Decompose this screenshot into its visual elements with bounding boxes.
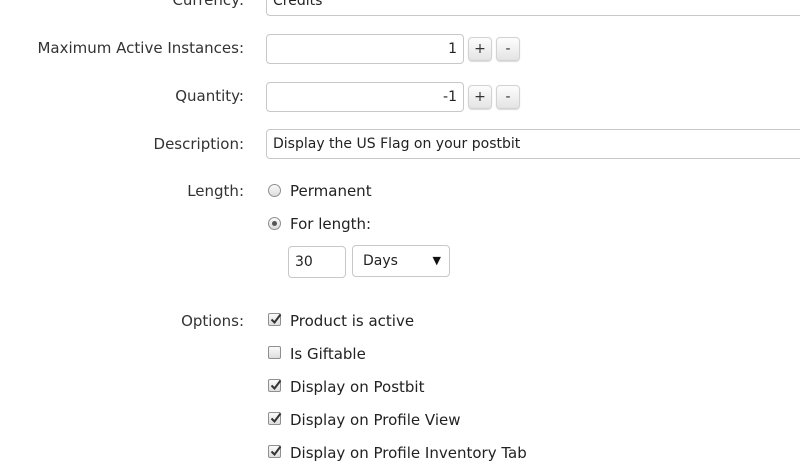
checkmark-icon: [270, 379, 282, 391]
chevron-down-icon: ▼: [432, 254, 441, 267]
display-postbit-label[interactable]: Display on Postbit: [290, 378, 424, 396]
display-profile-view-checkbox[interactable]: [268, 412, 282, 425]
quantity-minus-button[interactable]: -: [496, 85, 520, 109]
max-active-plus-button[interactable]: +: [468, 37, 492, 61]
length-amount-input[interactable]: 30: [288, 246, 346, 278]
options-label: Options:: [181, 312, 244, 330]
max-active-minus-button[interactable]: -: [496, 37, 520, 61]
display-postbit-checkbox[interactable]: [268, 379, 282, 392]
max-active-label: Maximum Active Instances:: [37, 39, 244, 57]
display-inventory-tab-label[interactable]: Display on Profile Inventory Tab: [290, 444, 527, 462]
description-input[interactable]: Display the US Flag on your postbit: [266, 129, 800, 159]
checkmark-icon: [270, 412, 282, 424]
currency-label: Currency:: [172, 0, 244, 9]
permanent-radio[interactable]: [268, 184, 281, 197]
description-label: Description:: [153, 135, 244, 153]
giftable-label[interactable]: Is Giftable: [290, 345, 366, 363]
for-length-radio[interactable]: [268, 217, 281, 230]
length-label: Length:: [187, 182, 244, 200]
currency-field[interactable]: Credits: [266, 0, 800, 16]
quantity-label: Quantity:: [175, 87, 244, 105]
checkmark-icon: [270, 313, 282, 325]
for-length-label[interactable]: For length:: [290, 215, 371, 233]
giftable-checkbox[interactable]: [268, 346, 281, 359]
product-active-checkbox[interactable]: [268, 313, 282, 326]
quantity-plus-button[interactable]: +: [468, 85, 492, 109]
length-unit-value: Days: [363, 253, 398, 269]
quantity-input[interactable]: -1: [266, 82, 464, 112]
display-profile-view-label[interactable]: Display on Profile View: [290, 411, 461, 429]
permanent-label[interactable]: Permanent: [290, 182, 372, 200]
display-inventory-tab-checkbox[interactable]: [268, 445, 282, 458]
length-unit-select[interactable]: Days ▼: [352, 245, 450, 277]
product-active-label[interactable]: Product is active: [290, 312, 414, 330]
checkmark-icon: [270, 445, 282, 457]
max-active-input[interactable]: 1: [266, 34, 464, 64]
